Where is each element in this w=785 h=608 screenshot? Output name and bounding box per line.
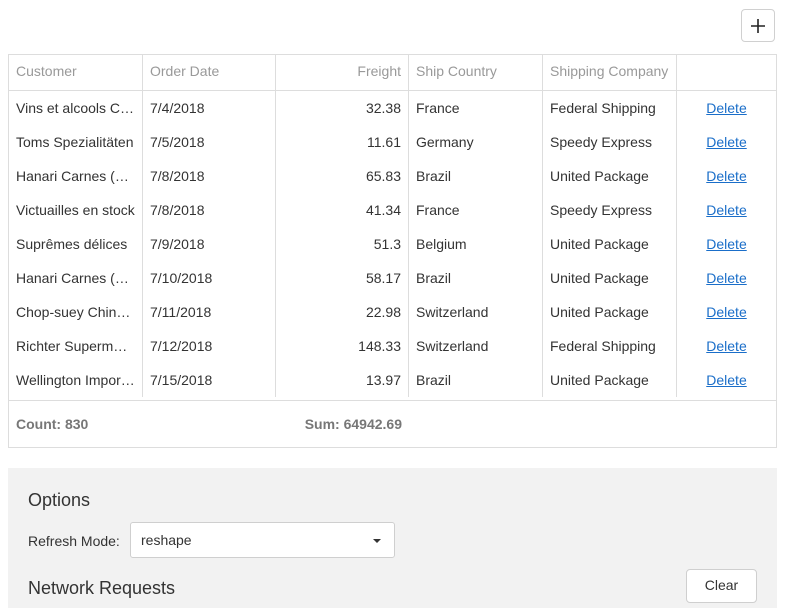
cell-shipping-company[interactable]: United Package xyxy=(543,227,677,261)
table-row[interactable]: Vins et alcools Chevalier 7/4/2018 32.38… xyxy=(9,91,776,125)
footer-sum: Sum: 64942.69 xyxy=(304,416,402,432)
orders-grid: Customer Order Date Freight Ship Country… xyxy=(8,54,777,448)
delete-link[interactable]: Delete xyxy=(706,304,746,320)
cell-ship-country[interactable]: Brazil xyxy=(409,159,543,193)
cell-customer[interactable]: Hanari Carnes (Brazil) xyxy=(9,261,143,295)
add-row-button[interactable] xyxy=(741,9,775,42)
cell-order-date[interactable]: 7/5/2018 xyxy=(143,125,276,159)
cell-ship-country[interactable]: Germany xyxy=(409,125,543,159)
refresh-mode-value: reshape xyxy=(141,532,192,548)
cell-ship-country[interactable]: Brazil xyxy=(409,261,543,295)
cell-customer[interactable]: Toms Spezialitäten xyxy=(9,125,143,159)
delete-link[interactable]: Delete xyxy=(706,236,746,252)
column-header-actions xyxy=(677,55,776,90)
cell-ship-country[interactable]: Brazil xyxy=(409,363,543,397)
cell-shipping-company[interactable]: Speedy Express xyxy=(543,193,677,227)
delete-link[interactable]: Delete xyxy=(706,100,746,116)
cell-shipping-company[interactable]: United Package xyxy=(543,261,677,295)
delete-link[interactable]: Delete xyxy=(706,168,746,184)
grid-footer: Count: 830 Sum: 64942.69 xyxy=(9,401,776,447)
cell-freight[interactable]: 65.83 xyxy=(276,159,409,193)
table-row[interactable]: Hanari Carnes (Brazil) 7/8/2018 65.83 Br… xyxy=(9,159,776,193)
chevron-down-icon xyxy=(373,539,381,543)
table-row[interactable]: Richter Supermarkt 7/12/2018 148.33 Swit… xyxy=(9,329,776,363)
cell-shipping-company[interactable]: Federal Shipping xyxy=(543,329,677,363)
cell-freight[interactable]: 13.97 xyxy=(276,363,409,397)
delete-link[interactable]: Delete xyxy=(706,338,746,354)
cell-customer[interactable]: Wellington Importadora xyxy=(9,363,143,397)
cell-freight[interactable]: 11.61 xyxy=(276,125,409,159)
column-header-shipping-company[interactable]: Shipping Company xyxy=(543,55,677,90)
cell-freight[interactable]: 58.17 xyxy=(276,261,409,295)
cell-shipping-company[interactable]: Speedy Express xyxy=(543,125,677,159)
table-row[interactable]: Hanari Carnes (Brazil) 7/10/2018 58.17 B… xyxy=(9,261,776,295)
cell-freight[interactable]: 32.38 xyxy=(276,91,409,125)
delete-link[interactable]: Delete xyxy=(706,372,746,388)
cell-order-date[interactable]: 7/4/2018 xyxy=(143,91,276,125)
cell-order-date[interactable]: 7/11/2018 xyxy=(143,295,276,329)
table-row[interactable]: Chop-suey Chinese 7/11/2018 22.98 Switze… xyxy=(9,295,776,329)
table-row[interactable]: Wellington Importadora 7/15/2018 13.97 B… xyxy=(9,363,776,397)
cell-freight[interactable]: 41.34 xyxy=(276,193,409,227)
cell-freight[interactable]: 22.98 xyxy=(276,295,409,329)
table-row[interactable]: Victuailles en stock 7/8/2018 41.34 Fran… xyxy=(9,193,776,227)
grid-header: Customer Order Date Freight Ship Country… xyxy=(9,55,776,91)
cell-shipping-company[interactable]: United Package xyxy=(543,363,677,397)
cell-order-date[interactable]: 7/10/2018 xyxy=(143,261,276,295)
cell-freight[interactable]: 51.3 xyxy=(276,227,409,261)
table-row[interactable]: Suprêmes délices 7/9/2018 51.3 Belgium U… xyxy=(9,227,776,261)
delete-link[interactable]: Delete xyxy=(706,134,746,150)
table-row[interactable]: Toms Spezialitäten 7/5/2018 11.61 German… xyxy=(9,125,776,159)
cell-order-date[interactable]: 7/15/2018 xyxy=(143,363,276,397)
delete-link[interactable]: Delete xyxy=(706,270,746,286)
cell-freight[interactable]: 148.33 xyxy=(276,329,409,363)
cell-shipping-company[interactable]: United Package xyxy=(543,295,677,329)
cell-customer[interactable]: Victuailles en stock xyxy=(9,193,143,227)
cell-shipping-company[interactable]: Federal Shipping xyxy=(543,91,677,125)
cell-order-date[interactable]: 7/8/2018 xyxy=(143,193,276,227)
column-header-freight[interactable]: Freight xyxy=(276,55,409,90)
refresh-mode-label: Refresh Mode: xyxy=(28,533,120,549)
cell-order-date[interactable]: 7/12/2018 xyxy=(143,329,276,363)
cell-ship-country[interactable]: Switzerland xyxy=(409,329,543,363)
cell-customer[interactable]: Hanari Carnes (Brazil) xyxy=(9,159,143,193)
cell-order-date[interactable]: 7/9/2018 xyxy=(143,227,276,261)
footer-count: Count: 830 xyxy=(16,416,89,432)
cell-ship-country[interactable]: Switzerland xyxy=(409,295,543,329)
column-header-customer[interactable]: Customer xyxy=(9,55,143,90)
cell-ship-country[interactable]: France xyxy=(409,193,543,227)
plus-icon xyxy=(751,18,765,33)
cell-shipping-company[interactable]: United Package xyxy=(543,159,677,193)
cell-order-date[interactable]: 7/8/2018 xyxy=(143,159,276,193)
options-panel: Options Refresh Mode: reshape Network Re… xyxy=(8,468,777,608)
column-header-order-date[interactable]: Order Date xyxy=(143,55,276,90)
column-header-ship-country[interactable]: Ship Country xyxy=(409,55,543,90)
cell-customer[interactable]: Suprêmes délices xyxy=(9,227,143,261)
clear-button[interactable]: Clear xyxy=(686,569,757,603)
grid-body: Vins et alcools Chevalier 7/4/2018 32.38… xyxy=(9,91,776,401)
cell-ship-country[interactable]: Belgium xyxy=(409,227,543,261)
options-title: Options xyxy=(28,490,91,510)
cell-customer[interactable]: Chop-suey Chinese xyxy=(9,295,143,329)
cell-customer[interactable]: Vins et alcools Chevalier xyxy=(9,91,143,125)
delete-link[interactable]: Delete xyxy=(706,202,746,218)
refresh-mode-select[interactable]: reshape xyxy=(130,522,395,558)
cell-ship-country[interactable]: France xyxy=(409,91,543,125)
cell-customer[interactable]: Richter Supermarkt xyxy=(9,329,143,363)
network-requests-title: Network Requests xyxy=(28,578,176,598)
